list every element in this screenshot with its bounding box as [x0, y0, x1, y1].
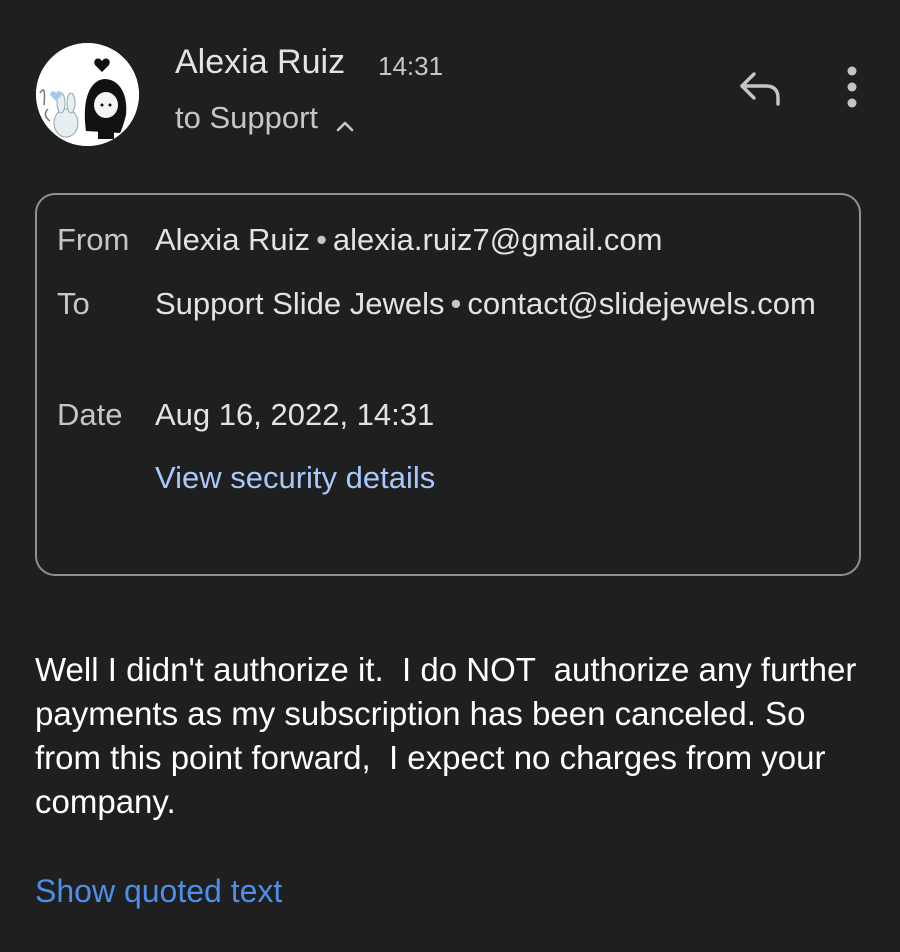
to-label: To	[57, 286, 90, 321]
recipient-summary: to Support	[175, 100, 319, 135]
view-security-details-link[interactable]: View security details	[155, 458, 435, 498]
from-label: From	[57, 222, 130, 257]
date-value: Aug 16, 2022, 14:31	[155, 397, 435, 432]
recipient-toggle[interactable]: to Support	[175, 98, 356, 138]
chevron-up-icon	[334, 107, 356, 132]
from-value: Alexia Ruiz • alexia.ruiz7@gmail.com	[155, 216, 835, 263]
more-vert-icon	[847, 66, 857, 108]
message-body: Well I didn't authorize it. I do NOT aut…	[35, 651, 866, 820]
separator-dot: •	[450, 286, 462, 321]
from-name: Alexia Ruiz	[155, 222, 311, 257]
reply-icon	[740, 72, 780, 106]
reply-button[interactable]	[736, 66, 784, 110]
from-email[interactable]: alexia.ruiz7@gmail.com	[333, 222, 663, 257]
to-name: Support Slide Jewels	[155, 286, 445, 321]
avatar-illustration	[36, 43, 139, 146]
sender-avatar[interactable]	[36, 43, 139, 146]
message-time: 14:31	[378, 51, 444, 81]
show-quoted-text-link[interactable]: Show quoted text	[35, 870, 282, 912]
sender-name: Alexia Ruiz	[175, 43, 346, 81]
separator-dot: •	[316, 222, 327, 257]
more-options-button[interactable]	[838, 64, 866, 110]
to-email[interactable]: contact@slidejewels.com	[467, 286, 816, 321]
to-value: Support Slide Jewels • contact@slidejewels…	[155, 280, 835, 327]
date-label: Date	[57, 397, 123, 432]
